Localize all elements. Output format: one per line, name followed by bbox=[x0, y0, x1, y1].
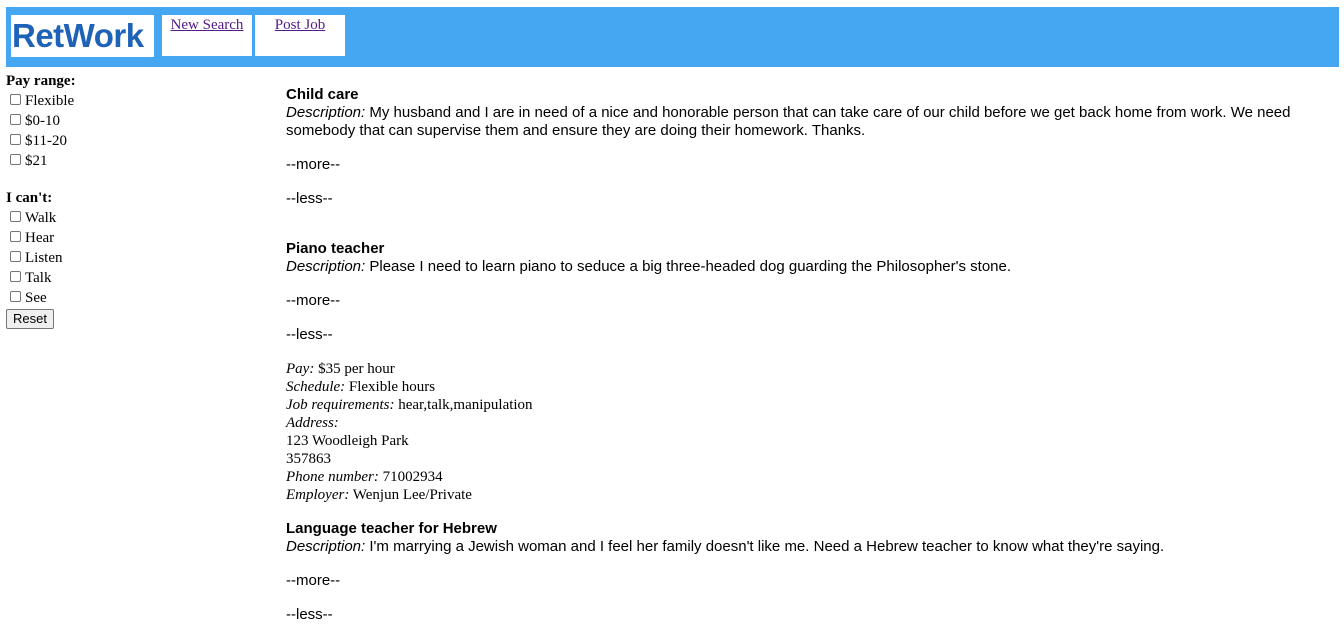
cant-heading: I can't: bbox=[6, 190, 53, 206]
requirements-value: hear,talk,manipulation bbox=[398, 397, 533, 413]
reset-button[interactable]: Reset bbox=[6, 309, 54, 329]
requirements-label: Job requirements: bbox=[286, 397, 395, 413]
pay-value: $35 per hour bbox=[318, 361, 395, 377]
employer-label: Employer: bbox=[286, 487, 350, 503]
description-label: Description: bbox=[286, 258, 366, 275]
more-toggle[interactable]: --more-- bbox=[286, 292, 1341, 310]
pay-option-0-10[interactable]: $0-10 bbox=[6, 111, 236, 131]
schedule-label: Schedule: bbox=[286, 379, 346, 395]
top-banner: RetWork New Search Post Job bbox=[6, 7, 1339, 67]
job-description: Description: Please I need to learn pian… bbox=[286, 258, 1341, 276]
pay-option-label: $21 bbox=[25, 153, 48, 169]
less-toggle[interactable]: --less-- bbox=[286, 326, 1341, 344]
cant-option-label: See bbox=[25, 290, 47, 306]
schedule-row: Schedule: Flexible hours bbox=[286, 378, 1341, 396]
pay-row: Pay: $35 per hour bbox=[286, 360, 1341, 378]
job-listings: Child care Description: My husband and I… bbox=[286, 86, 1341, 624]
address-line-1: 123 Woodleigh Park bbox=[286, 433, 409, 449]
retwork-logo[interactable]: RetWork bbox=[12, 16, 144, 56]
phone-row: Phone number: 71002934 bbox=[286, 468, 1341, 486]
schedule-value: Flexible hours bbox=[348, 379, 436, 395]
nav-new-search-box: New Search bbox=[162, 15, 252, 56]
cant-option-label: Walk bbox=[25, 210, 57, 226]
description-text: I'm marrying a Jewish woman and I feel h… bbox=[369, 538, 1165, 555]
post-job-link[interactable]: Post Job bbox=[275, 17, 325, 34]
cant-option-talk[interactable]: Talk bbox=[6, 268, 236, 288]
job-title: Language teacher for Hebrew bbox=[286, 520, 497, 537]
pay-option-label: $11-20 bbox=[25, 133, 67, 149]
pay-21-checkbox[interactable] bbox=[10, 153, 21, 165]
cant-option-hear[interactable]: Hear bbox=[6, 228, 236, 248]
new-search-link[interactable]: New Search bbox=[171, 17, 244, 34]
address-line-2: 357863 bbox=[286, 451, 331, 467]
pay-option-21[interactable]: $21 bbox=[6, 151, 236, 171]
more-toggle[interactable]: --more-- bbox=[286, 572, 1341, 590]
phone-label: Phone number: bbox=[286, 469, 379, 485]
phone-value: 71002934 bbox=[382, 469, 443, 485]
pay-option-11-20[interactable]: $11-20 bbox=[6, 131, 236, 151]
description-text: My husband and I are in need of a nice a… bbox=[286, 104, 1291, 139]
cant-option-see[interactable]: See bbox=[6, 288, 236, 308]
logo-box: RetWork bbox=[11, 15, 154, 57]
cant-option-walk[interactable]: Walk bbox=[6, 208, 236, 228]
pay-label: Pay: bbox=[286, 361, 315, 377]
cant-option-listen[interactable]: Listen bbox=[6, 248, 236, 268]
pay-range-heading: Pay range: bbox=[6, 73, 76, 89]
cant-walk-checkbox[interactable] bbox=[10, 210, 21, 222]
pay-0-10-checkbox[interactable] bbox=[10, 113, 21, 125]
cant-option-label: Listen bbox=[25, 250, 63, 266]
job-details: Pay: $35 per hour Schedule: Flexible hou… bbox=[286, 360, 1341, 504]
cant-option-label: Talk bbox=[25, 270, 52, 286]
employer-row: Employer: Wenjun Lee/Private bbox=[286, 486, 1341, 504]
requirements-row: Job requirements: hear,talk,manipulation bbox=[286, 396, 1341, 414]
description-text: Please I need to learn piano to seduce a… bbox=[369, 258, 1012, 275]
job-listing: Piano teacher Description: Please I need… bbox=[286, 240, 1341, 504]
description-label: Description: bbox=[286, 538, 366, 555]
pay-11-20-checkbox[interactable] bbox=[10, 133, 21, 145]
job-description: Description: I'm marrying a Jewish woman… bbox=[286, 538, 1341, 556]
cant-talk-checkbox[interactable] bbox=[10, 270, 21, 282]
cant-option-label: Hear bbox=[25, 230, 55, 246]
less-toggle[interactable]: --less-- bbox=[286, 190, 1341, 208]
description-label: Description: bbox=[286, 104, 366, 121]
filter-sidebar: Pay range: Flexible $0-10 $11-20 $21 I c… bbox=[6, 71, 236, 329]
job-listing: Language teacher for Hebrew Description:… bbox=[286, 520, 1341, 624]
pay-option-label: $0-10 bbox=[25, 113, 60, 129]
job-description: Description: My husband and I are in nee… bbox=[286, 104, 1341, 140]
address-label: Address: bbox=[286, 415, 339, 431]
pay-option-label: Flexible bbox=[25, 93, 75, 109]
cant-see-checkbox[interactable] bbox=[10, 290, 21, 302]
cant-listen-checkbox[interactable] bbox=[10, 250, 21, 262]
cant-hear-checkbox[interactable] bbox=[10, 230, 21, 242]
employer-value: Wenjun Lee/Private bbox=[352, 487, 472, 503]
pay-option-flexible[interactable]: Flexible bbox=[6, 91, 236, 111]
job-title: Child care bbox=[286, 86, 359, 103]
nav-post-job-box: Post Job bbox=[255, 15, 345, 56]
pay-flexible-checkbox[interactable] bbox=[10, 93, 21, 105]
job-title: Piano teacher bbox=[286, 240, 385, 257]
job-listing: Child care Description: My husband and I… bbox=[286, 86, 1341, 208]
address-row: Address: bbox=[286, 414, 1341, 432]
more-toggle[interactable]: --more-- bbox=[286, 156, 1341, 174]
less-toggle[interactable]: --less-- bbox=[286, 606, 1341, 624]
